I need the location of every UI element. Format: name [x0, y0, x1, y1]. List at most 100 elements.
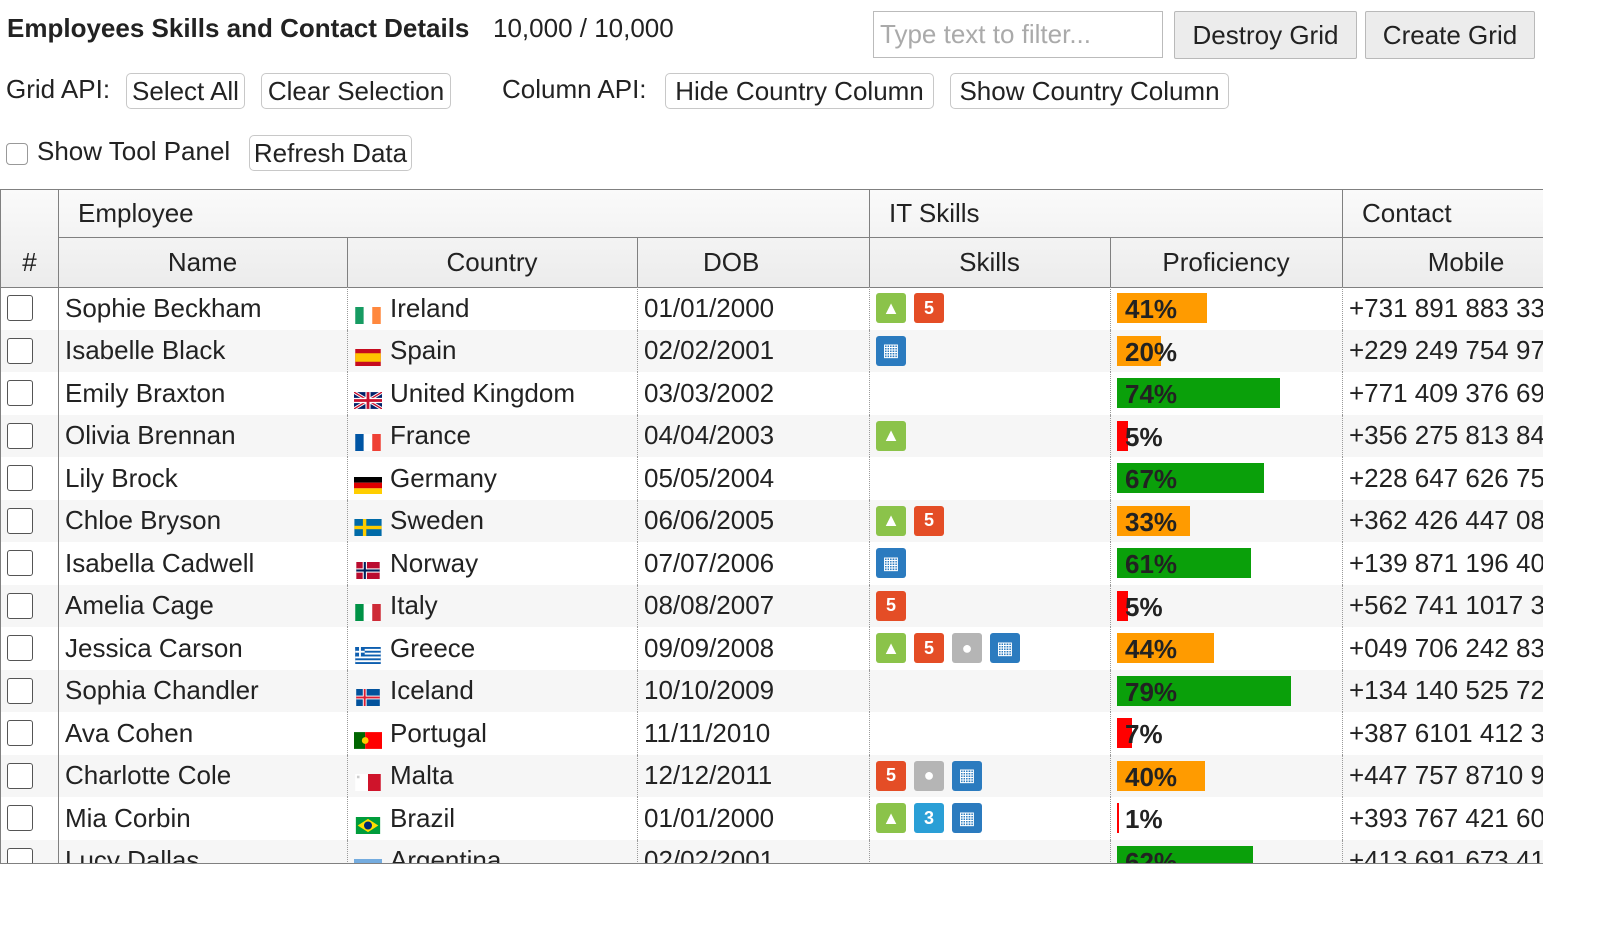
employee-name[interactable]: Emily Braxton — [65, 372, 345, 415]
dob-cell[interactable]: 06/06/2005 — [644, 500, 867, 543]
employee-name[interactable]: Jessica Carson — [65, 627, 345, 670]
dob-cell[interactable]: 10/10/2009 — [644, 670, 867, 713]
table-row[interactable]: Isabelle Black Spain 02/02/2001 ▦ 20% +229 24… — [1, 329, 1543, 373]
country-cell[interactable]: Ireland — [354, 287, 635, 330]
proficiency-cell[interactable]: 40% — [1110, 755, 1342, 798]
country-cell[interactable]: Spain — [354, 330, 635, 373]
skills-cell[interactable]: ▦ — [876, 542, 1108, 585]
country-cell[interactable]: Norway — [354, 542, 635, 585]
row-checkbox[interactable] — [7, 677, 33, 704]
row-checkbox[interactable] — [7, 380, 33, 407]
table-row[interactable]: Amelia Cage Italy 08/08/2007 5 5% +562 741 10… — [1, 584, 1543, 628]
dob-cell[interactable]: 02/02/2001 — [644, 330, 867, 373]
proficiency-cell[interactable]: 67% — [1110, 457, 1342, 500]
table-row[interactable]: Mia Corbin Brazil 01/01/2000 ▲ 3 ▦ 1% +393 767 … — [1, 797, 1543, 840]
skills-cell[interactable]: ▲ — [876, 415, 1108, 458]
employee-name[interactable]: Amelia Cage — [65, 585, 345, 628]
dob-cell[interactable]: 07/07/2006 — [644, 542, 867, 585]
column-header-skills[interactable]: Skills — [869, 238, 1110, 286]
column-header-name[interactable]: Name — [58, 238, 347, 286]
skills-cell[interactable]: ▲ 3 ▦ — [876, 797, 1108, 840]
column-header-dob[interactable]: DOB — [637, 238, 869, 286]
skills-cell[interactable]: 5 — [876, 585, 1108, 628]
country-cell[interactable]: Iceland — [354, 670, 635, 713]
proficiency-cell[interactable]: 1% — [1110, 797, 1342, 840]
dob-cell[interactable]: 03/03/2002 — [644, 372, 867, 415]
skills-cell[interactable] — [876, 712, 1108, 755]
employee-name[interactable]: Chloe Bryson — [65, 500, 345, 543]
country-cell[interactable]: Greece — [354, 627, 635, 670]
employee-name[interactable]: Lily Brock — [65, 457, 345, 500]
mobile-cell[interactable]: +362 426 447 08 — [1349, 500, 1543, 543]
table-row[interactable]: Emily Braxton United Kingdom 03/03/2002 74%… — [1, 372, 1543, 415]
row-checkbox[interactable] — [7, 465, 33, 492]
proficiency-cell[interactable]: 62% — [1110, 840, 1342, 863]
row-checkbox[interactable] — [7, 592, 33, 619]
mobile-cell[interactable]: +731 891 883 33 — [1349, 287, 1543, 330]
select-all-button[interactable]: Select All — [126, 73, 245, 109]
proficiency-cell[interactable]: 41% — [1110, 287, 1342, 330]
employee-name[interactable]: Sophia Chandler — [65, 670, 345, 713]
table-row[interactable]: Jessica Carson Greece 09/09/2008 ▲ 5 ● ▦ 44% +04… — [1, 627, 1543, 670]
destroy-grid-button[interactable]: Destroy Grid — [1174, 11, 1357, 59]
dob-cell[interactable]: 08/08/2007 — [644, 585, 867, 628]
row-checkbox[interactable] — [7, 762, 33, 789]
mobile-cell[interactable]: +562 741 1017 3 — [1349, 585, 1543, 628]
employee-name[interactable]: Sophie Beckham — [65, 287, 345, 330]
employee-name[interactable]: Mia Corbin — [65, 797, 345, 840]
dob-cell[interactable]: 11/11/2010 — [644, 712, 867, 755]
proficiency-cell[interactable]: 74% — [1110, 372, 1342, 415]
country-cell[interactable]: Malta — [354, 755, 635, 798]
skills-cell[interactable]: ▦ — [876, 330, 1108, 373]
dob-cell[interactable]: 05/05/2004 — [644, 457, 867, 500]
proficiency-cell[interactable]: 5% — [1110, 415, 1342, 458]
row-checkbox[interactable] — [7, 507, 33, 534]
mobile-cell[interactable]: +049 706 242 83 — [1349, 627, 1543, 670]
row-checkbox[interactable] — [7, 635, 33, 662]
show-country-button[interactable]: Show Country Column — [950, 73, 1229, 109]
proficiency-cell[interactable]: 44% — [1110, 627, 1342, 670]
skills-cell[interactable]: ▲ 5 — [876, 287, 1108, 330]
country-cell[interactable]: United Kingdom — [354, 372, 635, 415]
dob-cell[interactable]: 04/04/2003 — [644, 415, 867, 458]
employee-name[interactable]: Isabelle Black — [65, 330, 345, 373]
table-row[interactable]: Lily Brock Germany 05/05/2004 67% +228 647 6… — [1, 457, 1543, 500]
mobile-cell[interactable]: +393 767 421 60 — [1349, 797, 1543, 840]
skills-cell[interactable] — [876, 372, 1108, 415]
filter-input[interactable] — [873, 11, 1163, 58]
mobile-cell[interactable]: +134 140 525 72 — [1349, 670, 1543, 713]
skills-cell[interactable]: 5 ● ▦ — [876, 755, 1108, 798]
skills-cell[interactable] — [876, 670, 1108, 713]
proficiency-cell[interactable]: 20% — [1110, 330, 1342, 373]
country-cell[interactable]: Portugal — [354, 712, 635, 755]
row-checkbox[interactable] — [7, 295, 33, 322]
mobile-cell[interactable]: +447 757 8710 9 — [1349, 755, 1543, 798]
table-row[interactable]: Isabella Cadwell Norway 07/07/2006 ▦ 61% +139… — [1, 542, 1543, 585]
skills-cell[interactable]: ▲ 5 — [876, 500, 1108, 543]
table-row[interactable]: Chloe Bryson Sweden 06/06/2005 ▲ 5 33% +362 42… — [1, 499, 1543, 543]
dob-cell[interactable]: 02/02/2001 — [644, 840, 867, 863]
country-cell[interactable]: Italy — [354, 585, 635, 628]
skills-cell[interactable] — [876, 840, 1108, 864]
row-checkbox[interactable] — [7, 720, 33, 747]
column-header-country[interactable]: Country — [347, 238, 637, 286]
table-row[interactable]: Lucy Dallas Argentina 02/02/2001 62% +413 69… — [1, 839, 1543, 864]
mobile-cell[interactable]: +356 275 813 84 — [1349, 415, 1543, 458]
mobile-cell[interactable]: +413 691 673 41 — [1349, 840, 1543, 863]
table-row[interactable]: Sophia Chandler Iceland 10/10/2009 79% +134 … — [1, 669, 1543, 713]
column-header-proficiency[interactable]: Proficiency — [1110, 238, 1342, 286]
dob-cell[interactable]: 09/09/2008 — [644, 627, 867, 670]
proficiency-cell[interactable]: 79% — [1110, 670, 1342, 713]
row-checkbox[interactable] — [7, 805, 33, 832]
employee-name[interactable]: Isabella Cadwell — [65, 542, 345, 585]
mobile-cell[interactable]: +139 871 196 40 — [1349, 542, 1543, 585]
create-grid-button[interactable]: Create Grid — [1365, 11, 1535, 59]
table-row[interactable]: Olivia Brennan France 04/04/2003 ▲ 5% +356 27… — [1, 414, 1543, 458]
mobile-cell[interactable]: +229 249 754 97 — [1349, 330, 1543, 373]
employee-name[interactable]: Ava Cohen — [65, 712, 345, 755]
table-row[interactable]: Sophie Beckham Ireland 01/01/2000 ▲ 5 41% +731… — [1, 287, 1543, 330]
mobile-cell[interactable]: +387 6101 412 3 — [1349, 712, 1543, 755]
dob-cell[interactable]: 01/01/2000 — [644, 797, 867, 840]
proficiency-cell[interactable]: 61% — [1110, 542, 1342, 585]
table-row[interactable]: Ava Cohen Portugal 11/11/2010 7% +387 6101 4… — [1, 712, 1543, 755]
